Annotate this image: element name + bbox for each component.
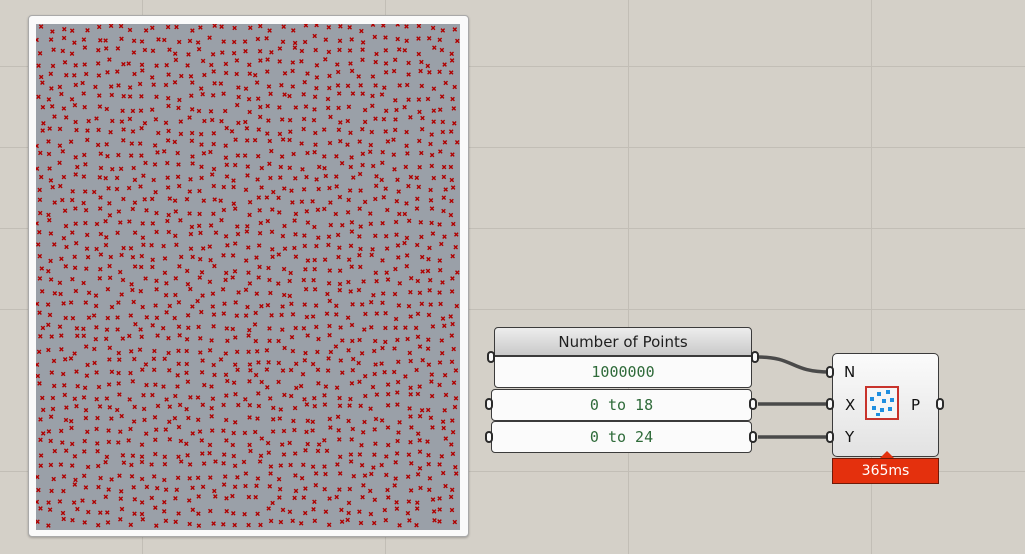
random-points-icon: [865, 386, 899, 420]
output-grip-count[interactable]: [751, 351, 759, 363]
input-port-y[interactable]: [826, 431, 834, 443]
input-label-n: N: [844, 363, 856, 381]
number-of-points-value[interactable]: 1000000: [494, 356, 752, 388]
input-label-y: Y: [845, 428, 855, 446]
x-range-value[interactable]: 0 to 18: [491, 389, 752, 421]
profiler-notch: [880, 451, 894, 458]
y-range-value[interactable]: 0 to 24: [491, 421, 752, 453]
input-label-x: X: [845, 396, 856, 414]
profiler-time: 365ms: [832, 458, 939, 484]
wire-n: [757, 355, 831, 374]
input-grip[interactable]: [487, 351, 495, 363]
input-port-x[interactable]: [826, 398, 834, 410]
number-of-points-title[interactable]: Number of Points: [494, 327, 752, 357]
random-points-icon-glyph: [870, 390, 894, 416]
input-grip[interactable]: [485, 431, 493, 443]
output-label-p: P: [911, 396, 921, 414]
input-grip[interactable]: [485, 398, 493, 410]
output-grip-y[interactable]: [749, 431, 757, 443]
input-port-n[interactable]: [826, 366, 834, 378]
output-port-p[interactable]: [936, 398, 944, 410]
output-grip-x[interactable]: [749, 398, 757, 410]
